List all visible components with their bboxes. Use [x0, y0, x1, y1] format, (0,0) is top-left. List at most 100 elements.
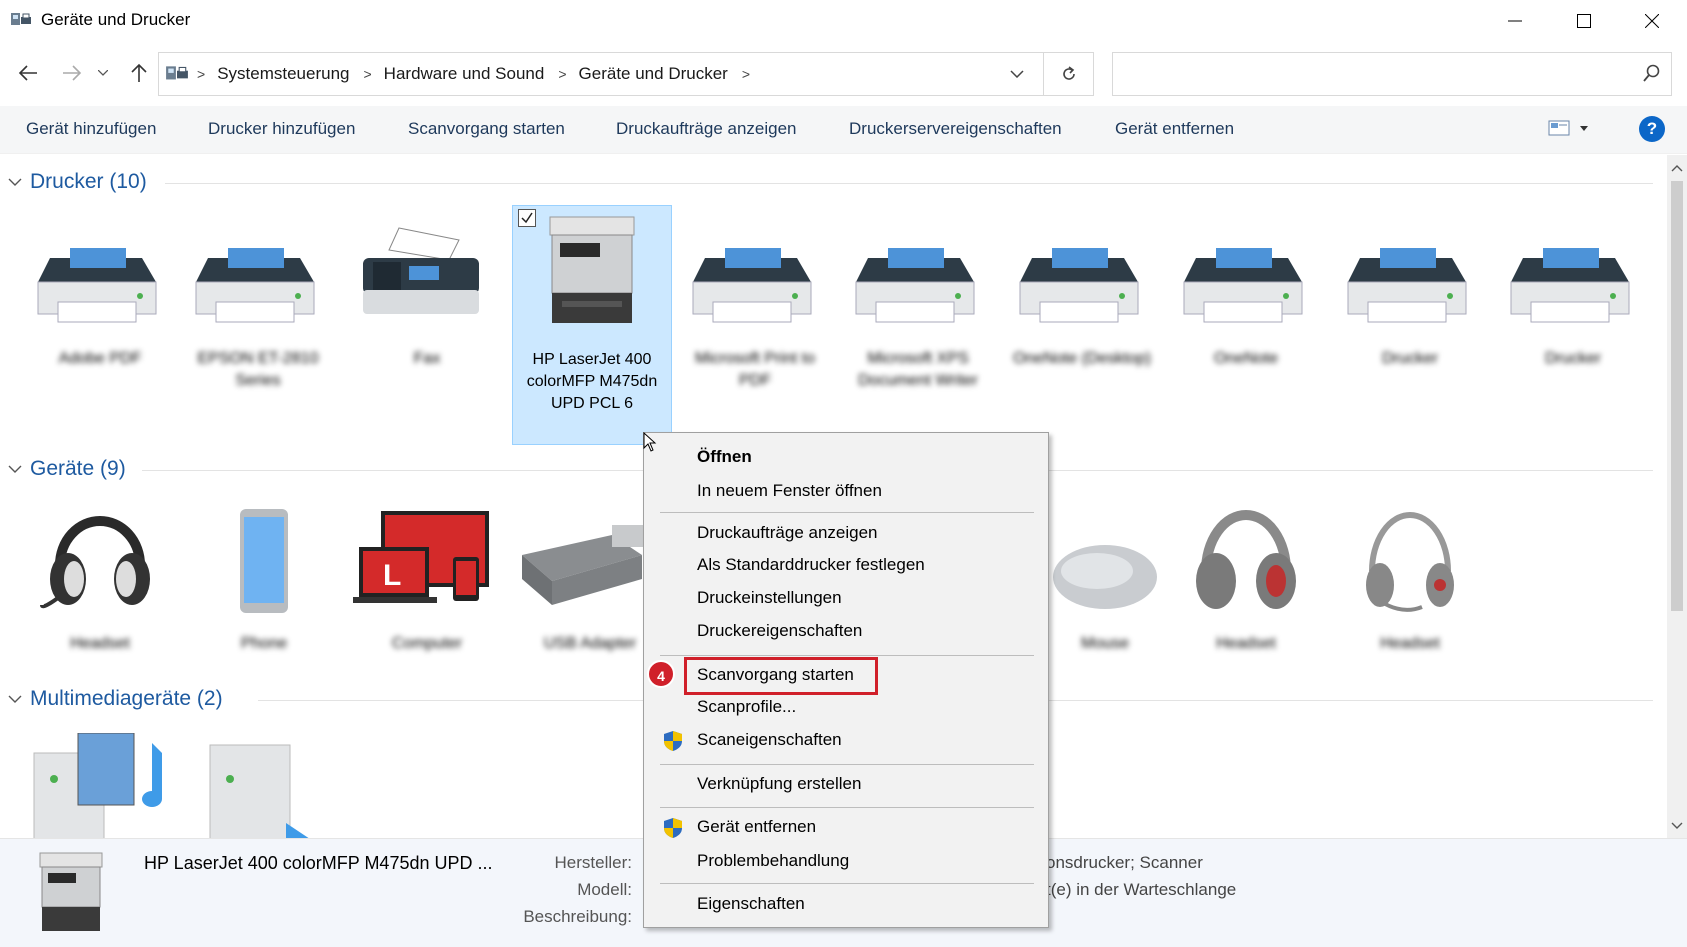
start-scan-button[interactable]: Scanvorgang starten [408, 119, 565, 139]
navigation-bar: > Systemsteuerung > Hardware und Sound >… [0, 48, 1687, 100]
scroll-down-button[interactable] [1667, 814, 1687, 836]
uac-shield-icon [664, 731, 682, 751]
control-panel-icon [166, 66, 188, 80]
printer-icon [195, 248, 315, 323]
chevron-right-icon[interactable]: > [363, 66, 371, 82]
scrollbar-thumb[interactable] [1671, 181, 1683, 611]
device-label: Headset [70, 635, 130, 652]
phone-icon [240, 509, 288, 613]
minimize-button[interactable] [1480, 0, 1550, 42]
menu-separator [660, 807, 1034, 808]
chevron-down-icon [1009, 70, 1024, 78]
chevron-down-icon [8, 695, 22, 703]
menu-separator [660, 883, 1034, 884]
search-box[interactable] [1112, 52, 1672, 96]
group-title-multimedia: Multimediageräte (2) [30, 687, 223, 710]
breadcrumb-geraete-und-drucker[interactable]: Geräte und Drucker [579, 64, 728, 84]
forward-button[interactable] [57, 58, 87, 88]
address-dropdown-button[interactable] [989, 53, 1043, 95]
close-button[interactable] [1617, 0, 1687, 42]
printer-icon [1183, 248, 1303, 323]
menu-item-open-new-window[interactable]: In neuem Fenster öffnen [645, 475, 1047, 506]
headset-icon [1366, 512, 1454, 612]
search-icon [1643, 64, 1660, 82]
group-header-printers[interactable]: Drucker (10) [8, 168, 147, 196]
up-button[interactable] [124, 58, 154, 88]
menu-item-troubleshoot[interactable]: Problembehandlung [645, 845, 1047, 876]
change-view-button[interactable] [1548, 119, 1592, 142]
search-input[interactable] [1119, 59, 1619, 89]
arrow-left-icon [18, 65, 37, 81]
add-printer-button[interactable]: Drucker hinzufügen [208, 119, 355, 139]
close-icon [1645, 14, 1659, 28]
uac-shield-icon [664, 818, 682, 838]
device-label: Phone [240, 635, 288, 652]
details-value-status: t(e) in der Warteschlange [1046, 880, 1237, 899]
maximize-button[interactable] [1549, 0, 1619, 42]
refresh-button[interactable] [1044, 52, 1094, 96]
computer-icon: L [353, 511, 489, 603]
printer-icon [692, 248, 812, 323]
chevron-right-icon: > [197, 66, 206, 82]
back-button[interactable] [13, 58, 43, 88]
fax-label: Fax [413, 350, 441, 367]
chevron-down-icon [98, 70, 108, 76]
title-bar: Geräte und Drucker [0, 0, 1687, 42]
menu-item-view-print-jobs[interactable]: Druckaufträge anzeigen [645, 517, 1047, 548]
print-server-properties-button[interactable]: Druckerservereigenschaften [849, 119, 1062, 139]
chevron-up-icon [1671, 164, 1683, 171]
details-key-description: Beschreibung: [523, 907, 632, 926]
menu-item-scan-properties[interactable]: Scaneigenschaften [645, 724, 1047, 755]
menu-item-print-settings[interactable]: Druckeinstellungen [645, 582, 1047, 613]
view-print-jobs-button[interactable]: Druckaufträge anzeigen [616, 119, 797, 139]
menu-item-properties[interactable]: Eigenschaften [645, 888, 1047, 919]
arrow-right-icon [63, 65, 82, 81]
printer-label: Adobe PDF [58, 350, 142, 367]
add-device-button[interactable]: Gerät hinzufügen [26, 119, 156, 139]
fax-icon [363, 227, 479, 314]
mfp-printer-icon [39, 852, 103, 931]
command-bar: Gerät hinzufügen Drucker hinzufügen Scan… [0, 106, 1687, 154]
scroll-up-button[interactable] [1667, 157, 1687, 179]
menu-item-set-default-printer[interactable]: Als Standarddrucker festlegen [645, 549, 1047, 580]
printer-label: EPSON ET-2810 Series [197, 350, 319, 389]
cursor-icon [643, 432, 657, 452]
menu-item-printer-properties[interactable]: Druckereigenschaften [645, 615, 1047, 646]
address-bar[interactable]: > Systemsteuerung > Hardware und Sound >… [158, 52, 1044, 96]
chevron-right-icon[interactable]: > [742, 66, 750, 82]
mouse-icon [1053, 545, 1157, 609]
view-options-icon [1548, 120, 1588, 136]
highlight-box [684, 657, 878, 695]
group-divider [165, 183, 1653, 184]
printer-icon [1510, 248, 1630, 323]
menu-item-label: Scaneigenschaften [697, 730, 842, 749]
recent-locations-button[interactable] [93, 58, 113, 88]
menu-item-scan-profiles[interactable]: Scanprofile... [645, 691, 1047, 722]
chevron-right-icon[interactable]: > [558, 66, 566, 82]
device-label: Headset [1380, 635, 1440, 652]
menu-item-open[interactable]: Öffnen [645, 441, 1047, 472]
group-header-multimedia[interactable]: Multimediageräte (2) [8, 685, 223, 713]
help-button[interactable]: ? [1639, 116, 1665, 142]
mfp-printer-icon [549, 216, 635, 323]
vertical-scrollbar[interactable] [1667, 155, 1687, 838]
svg-text:L: L [383, 559, 401, 592]
breadcrumb-hardware-und-sound[interactable]: Hardware und Sound [384, 64, 545, 84]
menu-item-create-shortcut[interactable]: Verknüpfung erstellen [645, 768, 1047, 799]
printer-label: Microsoft Print to PDF [694, 350, 816, 389]
media-server-icon [33, 733, 162, 838]
remove-device-button[interactable]: Gerät entfernen [1115, 119, 1234, 139]
printer-label: Microsoft XPS Document Writer [858, 350, 978, 389]
menu-separator [660, 655, 1034, 656]
menu-item-remove-device[interactable]: Gerät entfernen [645, 811, 1047, 842]
printer-label: HP LaserJet 400 colorMFP M475dn UPD PCL … [526, 351, 658, 412]
breadcrumb-systemsteuerung[interactable]: Systemsteuerung [217, 64, 349, 84]
group-header-devices[interactable]: Geräte (9) [8, 455, 126, 483]
chevron-down-icon [1671, 822, 1683, 829]
refresh-icon [1062, 66, 1075, 80]
device-label: Headset [1216, 635, 1276, 652]
headset-icon [1196, 510, 1296, 609]
media-server-icon [209, 744, 309, 838]
devices-printers-icon [11, 13, 31, 25]
step-badge: 4 [647, 660, 675, 688]
